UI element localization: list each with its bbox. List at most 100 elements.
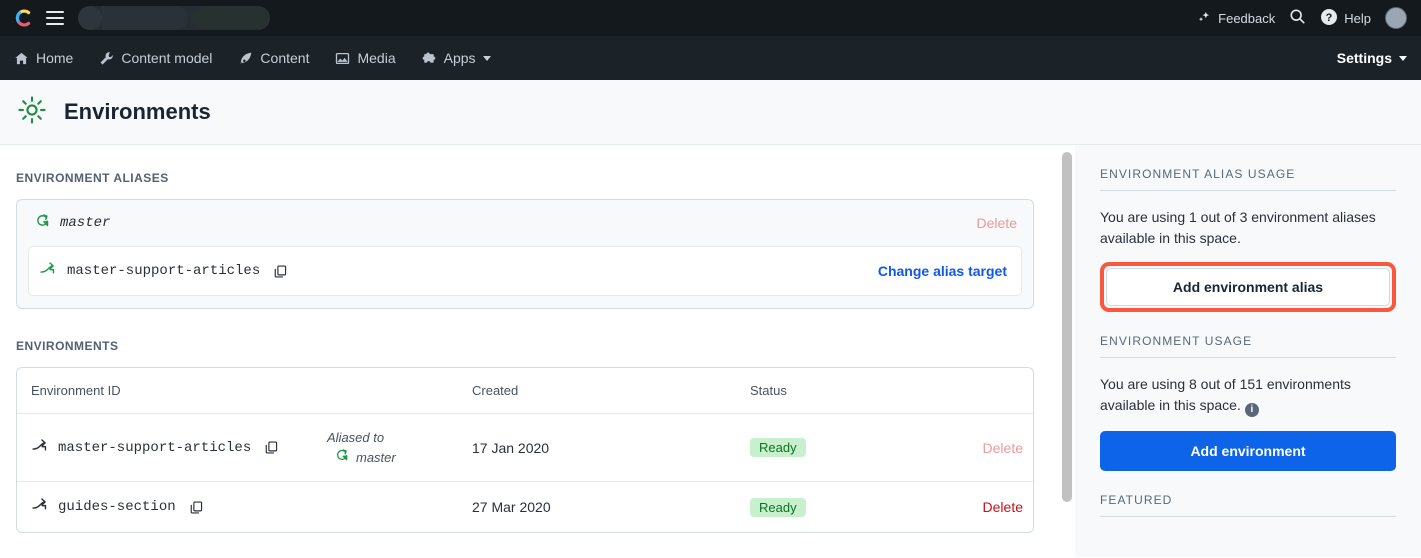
- alias-name: master: [60, 215, 111, 231]
- nav-item-home[interactable]: Home: [14, 50, 73, 66]
- space-selector[interactable]: [78, 6, 270, 30]
- copy-icon[interactable]: [189, 500, 204, 515]
- delete-environment-button[interactable]: Delete: [960, 414, 1033, 482]
- cell-aliased-to: Aliased to master: [317, 414, 462, 482]
- svg-text:?: ?: [1326, 12, 1333, 24]
- cell-status: Ready: [740, 414, 960, 482]
- table-head: Environment ID Created Status: [17, 368, 1033, 414]
- column-actions: [960, 368, 1033, 414]
- nav-item-content-model[interactable]: Content model: [99, 50, 212, 66]
- cell-created: 17 Jan 2020: [462, 414, 740, 482]
- puzzle-piece-icon: [422, 51, 437, 66]
- add-environment-alias-highlight: Add environment alias: [1100, 262, 1396, 313]
- nav-item-apps[interactable]: Apps: [422, 50, 491, 66]
- environment-usage-text: You are using 8 out of 151 environments …: [1100, 374, 1396, 418]
- status-badge: Ready: [750, 438, 806, 457]
- contentful-logo-icon[interactable]: [14, 8, 34, 28]
- environment-icon: [31, 496, 48, 518]
- cell-aliased-to: [317, 482, 462, 532]
- environments-table: Environment ID Created Status master-sup…: [16, 367, 1034, 533]
- table-header-row: Environment ID Created Status: [17, 368, 1033, 414]
- column-created: Created: [462, 368, 740, 414]
- environment-aliases-heading: Environment aliases: [16, 171, 169, 185]
- nav-item-home-label: Home: [36, 50, 74, 66]
- page-scrollbar[interactable]: [1060, 145, 1075, 557]
- info-icon[interactable]: i: [1244, 403, 1259, 418]
- nav-item-content[interactable]: Content: [238, 50, 309, 66]
- alias-target-row: master-support-articles Change alias tar…: [28, 246, 1022, 296]
- table-row: master-support-articles Aliased to maste…: [17, 414, 1033, 482]
- alias-card: master Delete master-support-articles Ch…: [16, 199, 1034, 309]
- table-body: master-support-articles Aliased to maste…: [17, 414, 1033, 532]
- delete-environment-button[interactable]: Delete: [960, 482, 1033, 532]
- page-header: Environments: [0, 80, 1421, 145]
- top-bar: Feedback ? Help: [0, 0, 1421, 36]
- search-button[interactable]: [1289, 8, 1306, 28]
- environment-icon: [39, 260, 56, 282]
- add-environment-button[interactable]: Add environment: [1100, 431, 1396, 472]
- chevron-down-icon: [482, 55, 491, 61]
- search-icon: [1289, 8, 1306, 28]
- table-row: guides-section 27 Mar 2020 Ready Delete: [17, 482, 1033, 532]
- question-circle-icon: ?: [1320, 8, 1338, 29]
- column-alias: [317, 368, 462, 414]
- avatar[interactable]: [1385, 7, 1407, 29]
- change-alias-target-button[interactable]: Change alias target: [878, 263, 1007, 279]
- cell-environment-id: guides-section: [17, 482, 317, 532]
- chevron-down-icon: [1399, 55, 1407, 61]
- help-label: Help: [1344, 10, 1371, 26]
- environment-usage-copy: You are using 8 out of 151 environments …: [1100, 376, 1351, 414]
- sparkle-icon: [1197, 9, 1212, 27]
- alias-icon: [335, 448, 349, 467]
- sidebar: Environment alias usage You are using 1 …: [1075, 145, 1421, 557]
- nav-item-content-model-label: Content model: [121, 50, 213, 66]
- pen-nib-icon: [238, 51, 253, 66]
- add-environment-alias-button[interactable]: Add environment alias: [1106, 268, 1390, 307]
- top-bar-actions: Feedback ? Help: [1197, 7, 1407, 29]
- environment-id-text: master-support-articles: [58, 439, 252, 456]
- nav-item-apps-label: Apps: [443, 50, 476, 66]
- cell-environment-id: master-support-articles: [17, 414, 317, 482]
- cell-created: 27 Mar 2020: [472, 499, 551, 515]
- status-badge: Ready: [750, 497, 806, 517]
- nav-item-content-label: Content: [260, 50, 310, 66]
- image-icon: [335, 51, 350, 66]
- feedback-label: Feedback: [1218, 10, 1276, 26]
- environment-usage-heading: Environment usage: [1100, 334, 1396, 359]
- feedback-button[interactable]: Feedback: [1197, 9, 1275, 27]
- space-avatar: [78, 6, 102, 30]
- environment-name-placeholder: [192, 7, 270, 29]
- featured-heading: Featured: [1100, 493, 1396, 518]
- wrench-icon: [99, 51, 114, 66]
- column-environment-id: Environment ID: [17, 368, 317, 414]
- environment-icon: [31, 437, 48, 459]
- settings-menu[interactable]: Settings: [1337, 50, 1407, 66]
- alias-card-header: master Delete: [17, 200, 1033, 246]
- alias-usage-heading: Environment alias usage: [1100, 167, 1396, 191]
- copy-icon[interactable]: [273, 264, 288, 279]
- nav-item-media-label: Media: [357, 50, 396, 66]
- alias-icon: [35, 213, 50, 233]
- aliased-to-label: Aliased to: [327, 430, 385, 445]
- hamburger-icon[interactable]: [46, 11, 64, 25]
- alias-usage-text: You are using 1 out of 3 environment ali…: [1100, 209, 1376, 246]
- main-content: Environment aliases master Delete: [0, 145, 1060, 557]
- environments-heading: Environments: [16, 339, 119, 353]
- settings-label: Settings: [1336, 50, 1392, 66]
- main-nav: Home Content model Content Media Apps Se…: [0, 36, 1421, 80]
- aliased-to-name: master: [356, 449, 396, 465]
- environment-id-text: guides-section: [58, 499, 176, 515]
- alias-target-name: master-support-articles: [67, 263, 261, 279]
- help-button[interactable]: ? Help: [1320, 8, 1371, 29]
- scrollbar-thumb[interactable]: [1062, 152, 1072, 502]
- column-status: Status: [740, 368, 960, 414]
- page-title: Environments: [64, 99, 211, 124]
- page-body: Environment aliases master Delete: [0, 145, 1421, 557]
- space-name-placeholder: [102, 6, 188, 30]
- cell-status: Ready: [740, 482, 960, 532]
- alias-delete-button[interactable]: Delete: [977, 215, 1017, 231]
- copy-icon[interactable]: [264, 440, 279, 455]
- nav-item-media[interactable]: Media: [335, 50, 396, 66]
- gear-icon: [16, 94, 48, 131]
- home-icon: [14, 51, 29, 66]
